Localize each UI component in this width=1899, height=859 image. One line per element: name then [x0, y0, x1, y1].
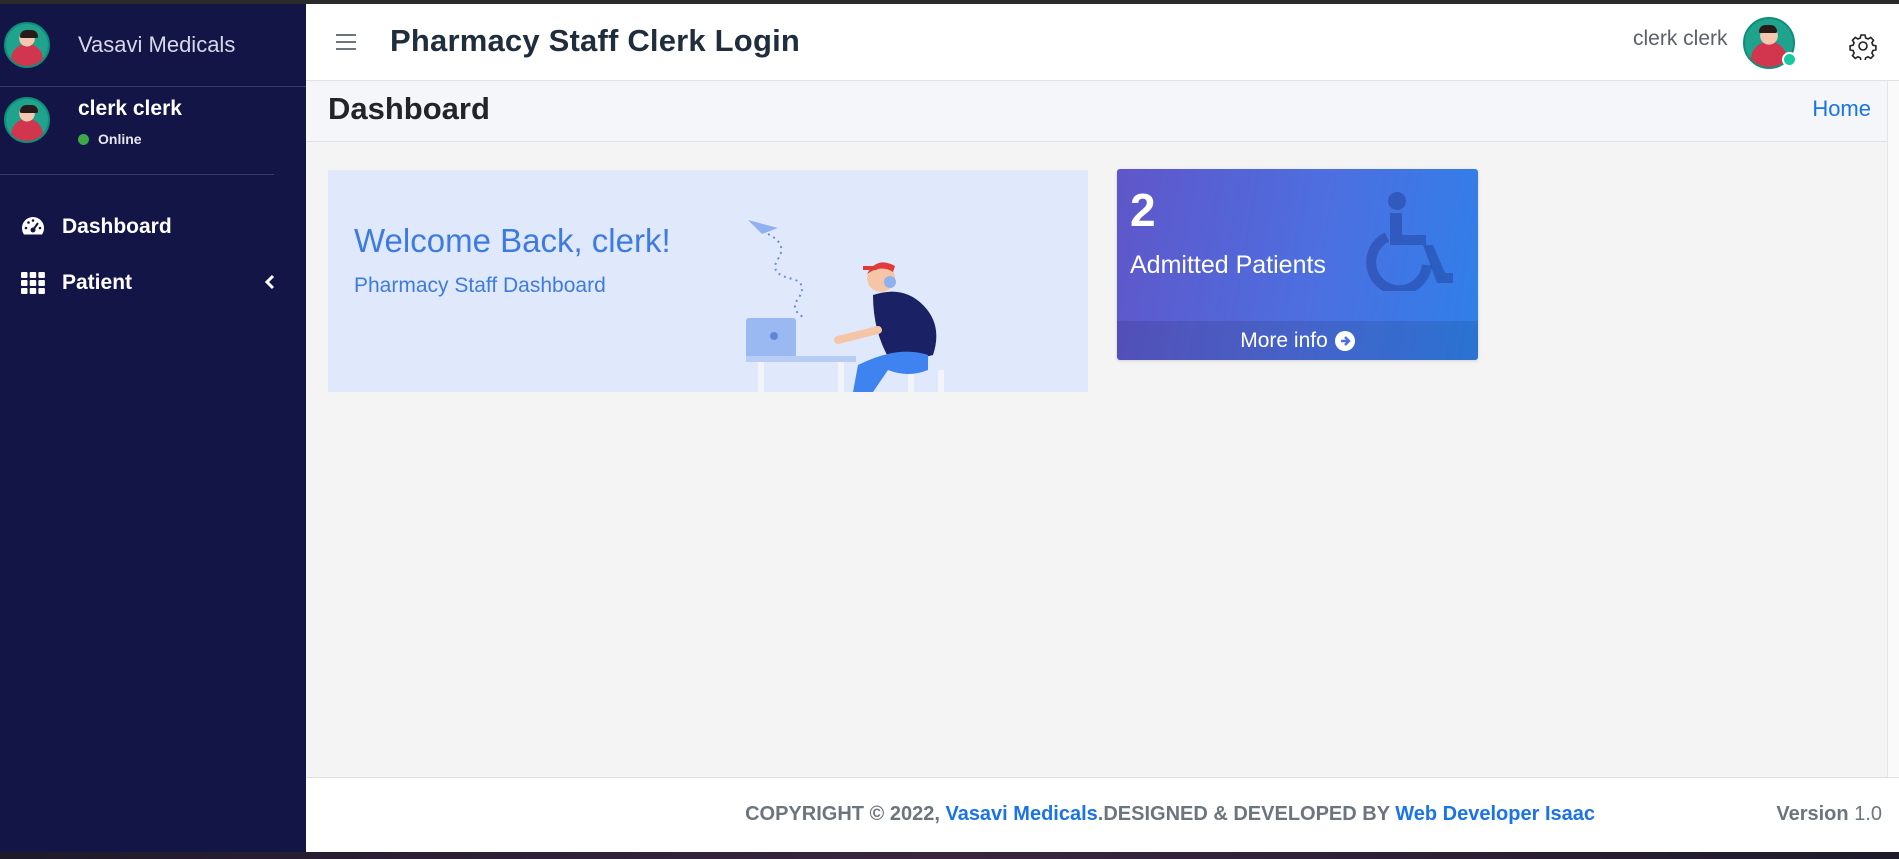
arrow-circle-right-icon	[1334, 330, 1355, 351]
online-status-dot-icon	[78, 133, 89, 145]
gear-icon[interactable]	[1849, 32, 1877, 62]
chevron-left-icon	[264, 272, 276, 292]
version-info: Version 1.0	[1776, 803, 1882, 825]
brand-link[interactable]: Vasavi Medicals	[0, 4, 306, 87]
sidebar-user-name[interactable]: clerk clerk	[78, 97, 182, 121]
admitted-patients-label: Admitted Patients	[1130, 251, 1326, 279]
brand-footer-link[interactable]: Vasavi Medicals	[945, 803, 1097, 825]
grid-icon	[20, 270, 46, 296]
app-title: Pharmacy Staff Clerk Login	[390, 23, 801, 58]
welcome-subtitle: Pharmacy Staff Dashboard	[354, 274, 606, 297]
sidebar-item-label: Dashboard	[62, 215, 172, 238]
more-info-label: More info	[1240, 328, 1328, 352]
user-status-label: Online	[98, 131, 142, 147]
dashboard-gauge-icon	[20, 214, 46, 240]
menu-toggle-icon[interactable]	[336, 34, 356, 50]
more-info-link[interactable]: More info	[1117, 321, 1478, 360]
user-status: Online	[78, 131, 182, 147]
page-title: Dashboard	[328, 91, 490, 126]
header-user-name[interactable]: clerk clerk	[1633, 27, 1728, 51]
sidebar-nav: Dashboard Patient	[0, 199, 306, 311]
header-user-avatar[interactable]	[1743, 17, 1797, 69]
vertical-scrollbar[interactable]	[1887, 81, 1899, 777]
welcome-card: Welcome Back, clerk! Pharmacy Staff Dash…	[328, 170, 1088, 392]
sidebar-item-dashboard[interactable]: Dashboard	[0, 199, 306, 255]
admitted-patients-count: 2	[1130, 184, 1156, 236]
window-bottom-edge	[0, 852, 1899, 859]
sidebar-item-patient[interactable]: Patient	[0, 255, 306, 311]
user-avatar	[4, 97, 50, 143]
user-panel: clerk clerk Online	[0, 87, 274, 175]
brand-name: Vasavi Medicals	[78, 32, 236, 57]
person-at-laptop-illustration	[746, 220, 944, 392]
breadcrumb-home[interactable]: Home	[1812, 96, 1871, 122]
copyright-text: COPYRIGHT © 2022, Vasavi Medicals.DESIGN…	[745, 803, 1595, 825]
welcome-title: Welcome Back, clerk!	[354, 222, 671, 259]
sidebar: Vasavi Medicals clerk clerk Online Dashb…	[0, 4, 306, 852]
top-navbar: Pharmacy Staff Clerk Login clerk clerk	[306, 4, 1899, 81]
wheelchair-icon	[1366, 192, 1453, 291]
main-content: Welcome Back, clerk! Pharmacy Staff Dash…	[306, 142, 1887, 777]
online-indicator-icon	[1782, 52, 1797, 67]
sidebar-item-label: Patient	[62, 271, 133, 294]
developer-link[interactable]: Web Developer Isaac	[1395, 803, 1595, 825]
admitted-patients-box: 2 Admitted Patients More info	[1117, 169, 1478, 360]
page-footer: COPYRIGHT © 2022, Vasavi Medicals.DESIGN…	[306, 777, 1899, 852]
brand-logo	[4, 22, 50, 68]
content-header: Dashboard Home	[306, 81, 1887, 142]
